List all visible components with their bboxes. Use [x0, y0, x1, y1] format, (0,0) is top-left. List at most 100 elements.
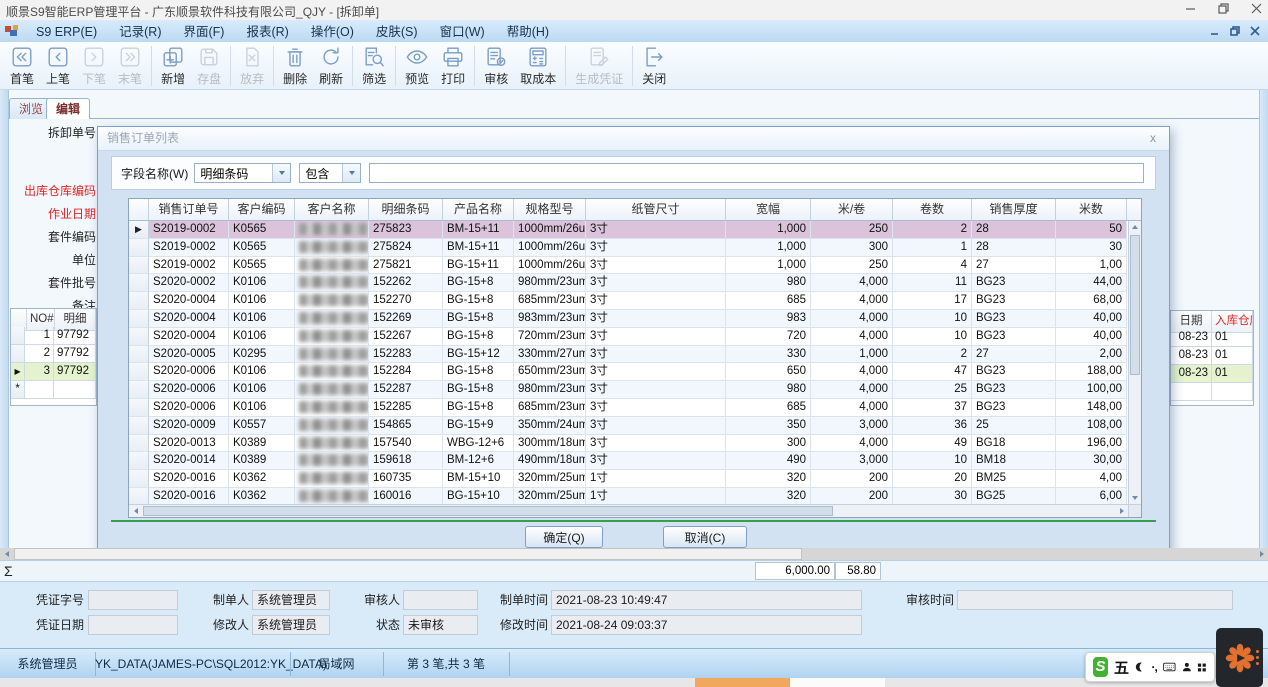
table-cell[interactable]: 300 [726, 435, 811, 453]
table-cell[interactable]: 100,00 [1056, 381, 1127, 399]
detail-row[interactable]: 08-2301 [1171, 347, 1253, 365]
table-cell[interactable]: 1000mm/26u... [514, 221, 586, 239]
table-cell[interactable]: K0106 [229, 274, 295, 292]
scroll-left-icon[interactable] [129, 505, 142, 517]
table-cell[interactable]: 4,000 [811, 328, 893, 346]
table-cell[interactable] [295, 221, 369, 239]
table-cell[interactable]: 1000mm/26u... [514, 239, 586, 257]
table-cell[interactable]: BM-15+11 [443, 239, 514, 257]
table-cell[interactable]: 188,00 [1056, 363, 1127, 381]
table-cell[interactable]: 350 [726, 417, 811, 435]
table-cell[interactable]: S2020-0014 [149, 452, 229, 470]
column-header-12[interactable]: 米数 [1056, 199, 1127, 221]
table-cell[interactable]: 320 [726, 470, 811, 488]
table-cell[interactable]: 720 [726, 328, 811, 346]
table-cell[interactable]: S2019-0002 [149, 221, 229, 239]
table-cell[interactable]: 1 [893, 239, 972, 257]
table-cell[interactable] [295, 417, 369, 435]
table-cell[interactable] [295, 399, 369, 417]
table-cell[interactable]: 3寸 [586, 257, 726, 275]
table-cell[interactable]: K0106 [229, 399, 295, 417]
table-cell[interactable]: K0106 [229, 381, 295, 399]
table-cell[interactable]: 685 [726, 399, 811, 417]
table-cell[interactable]: 1,000 [726, 257, 811, 275]
table-cell[interactable]: 3寸 [586, 381, 726, 399]
column-header-3[interactable]: 客户名称 [295, 199, 369, 221]
column-header-10[interactable]: 卷数 [893, 199, 972, 221]
table-cell[interactable]: K0389 [229, 435, 295, 453]
table-cell[interactable]: 2,00 [1056, 346, 1127, 364]
detail-row[interactable]: 297792 [11, 345, 96, 363]
table-cell[interactable]: 650 [726, 363, 811, 381]
table-cell[interactable]: 159618 [369, 452, 443, 470]
toolbar-button-filter[interactable]: 筛选 [356, 42, 392, 89]
table-cell[interactable]: 40,00 [1056, 328, 1127, 346]
table-cell[interactable]: 50 [1056, 221, 1127, 239]
menu-item-3[interactable]: 界面(F) [173, 23, 236, 41]
table-cell[interactable]: 4 [893, 257, 972, 275]
table-cell[interactable]: 980 [726, 274, 811, 292]
mdi-minimize-icon[interactable] [1210, 23, 1220, 41]
table-cell[interactable]: S2020-0016 [149, 470, 229, 488]
table-cell[interactable]: BG-15+8 [443, 328, 514, 346]
footer-field-制单时间[interactable]: 2021-08-23 10:49:47 [551, 590, 862, 610]
toolbar-button-cost[interactable]: 取成本 [514, 42, 562, 89]
table-row[interactable]: S2020-0006K0106152285BG-15+8685mm/23um..… [129, 399, 1141, 417]
column-header-11[interactable]: 销售厚度 [972, 199, 1056, 221]
new-row[interactable]: * [11, 381, 96, 399]
table-cell[interactable]: BG-15+8 [443, 381, 514, 399]
table-cell[interactable]: 10 [893, 310, 972, 328]
footer-field-凭证日期[interactable] [88, 615, 178, 635]
table-cell[interactable]: 68,00 [1056, 292, 1127, 310]
form-horizontal-scrollbar[interactable] [0, 548, 1268, 560]
table-row[interactable]: S2019-0002K0565275821BG-15+111000mm/26u.… [129, 257, 1141, 275]
table-cell[interactable]: 330mm/27um... [514, 346, 586, 364]
table-cell[interactable]: WBG-12+6 [443, 435, 514, 453]
table-row[interactable]: S2020-0014K0389159618BM-12+6490mm/18um..… [129, 452, 1141, 470]
table-cell[interactable]: 2 [893, 346, 972, 364]
table-cell[interactable]: S2020-0006 [149, 399, 229, 417]
table-cell[interactable]: 108,00 [1056, 417, 1127, 435]
table-cell[interactable] [295, 452, 369, 470]
table-cell[interactable]: 154865 [369, 417, 443, 435]
table-cell[interactable]: BG23 [972, 292, 1056, 310]
toolbar-button-first-record[interactable]: 首笔 [4, 42, 40, 89]
table-cell[interactable]: BM18 [972, 452, 1056, 470]
table-cell[interactable]: 47 [893, 363, 972, 381]
widget-menu-dots[interactable] [1256, 650, 1259, 665]
table-cell[interactable] [295, 239, 369, 257]
table-cell[interactable]: K0295 [229, 346, 295, 364]
menu-item-5[interactable]: 操作(O) [300, 23, 365, 41]
toolbar-button-print[interactable]: 打印 [435, 42, 471, 89]
moon-icon[interactable] [1135, 660, 1145, 674]
mdi-restore-icon[interactable] [1230, 23, 1240, 41]
table-row[interactable]: S2020-0004K0106152267BG-15+8720mm/23um..… [129, 328, 1141, 346]
user-icon[interactable] [1182, 660, 1192, 674]
table-cell[interactable]: S2020-0002 [149, 274, 229, 292]
window-restore-icon[interactable] [1218, 1, 1229, 19]
table-cell[interactable]: 3寸 [586, 310, 726, 328]
taskbar-button-active[interactable] [695, 678, 790, 687]
table-cell[interactable]: S2020-0009 [149, 417, 229, 435]
table-cell[interactable]: 330 [726, 346, 811, 364]
table-cell[interactable]: 148,00 [1056, 399, 1127, 417]
table-cell[interactable]: 152267 [369, 328, 443, 346]
window-minimize-icon[interactable] [1185, 1, 1196, 19]
table-cell[interactable]: 30,00 [1056, 452, 1127, 470]
table-cell[interactable]: 250 [811, 257, 893, 275]
table-cell[interactable]: 4,000 [811, 363, 893, 381]
scroll-left-icon[interactable] [0, 548, 13, 560]
table-cell[interactable]: 3寸 [586, 346, 726, 364]
table-cell[interactable]: 3寸 [586, 239, 726, 257]
scroll-down-icon[interactable] [1129, 492, 1141, 504]
table-cell[interactable]: 152269 [369, 310, 443, 328]
table-cell[interactable]: BM-15+11 [443, 221, 514, 239]
table-row[interactable]: S2020-0013K0389157540WBG-12+6300mm/18um.… [129, 435, 1141, 453]
soft-keyboard-icon[interactable] [1163, 660, 1176, 674]
scroll-right-icon[interactable] [1255, 548, 1268, 560]
column-header-7[interactable]: 纸管尺寸 [586, 199, 726, 221]
punctuation-icon[interactable]: ·, [1151, 660, 1156, 674]
table-cell[interactable]: BG-15+8 [443, 292, 514, 310]
table-cell[interactable]: 250 [811, 221, 893, 239]
table-cell[interactable]: S2020-0006 [149, 381, 229, 399]
